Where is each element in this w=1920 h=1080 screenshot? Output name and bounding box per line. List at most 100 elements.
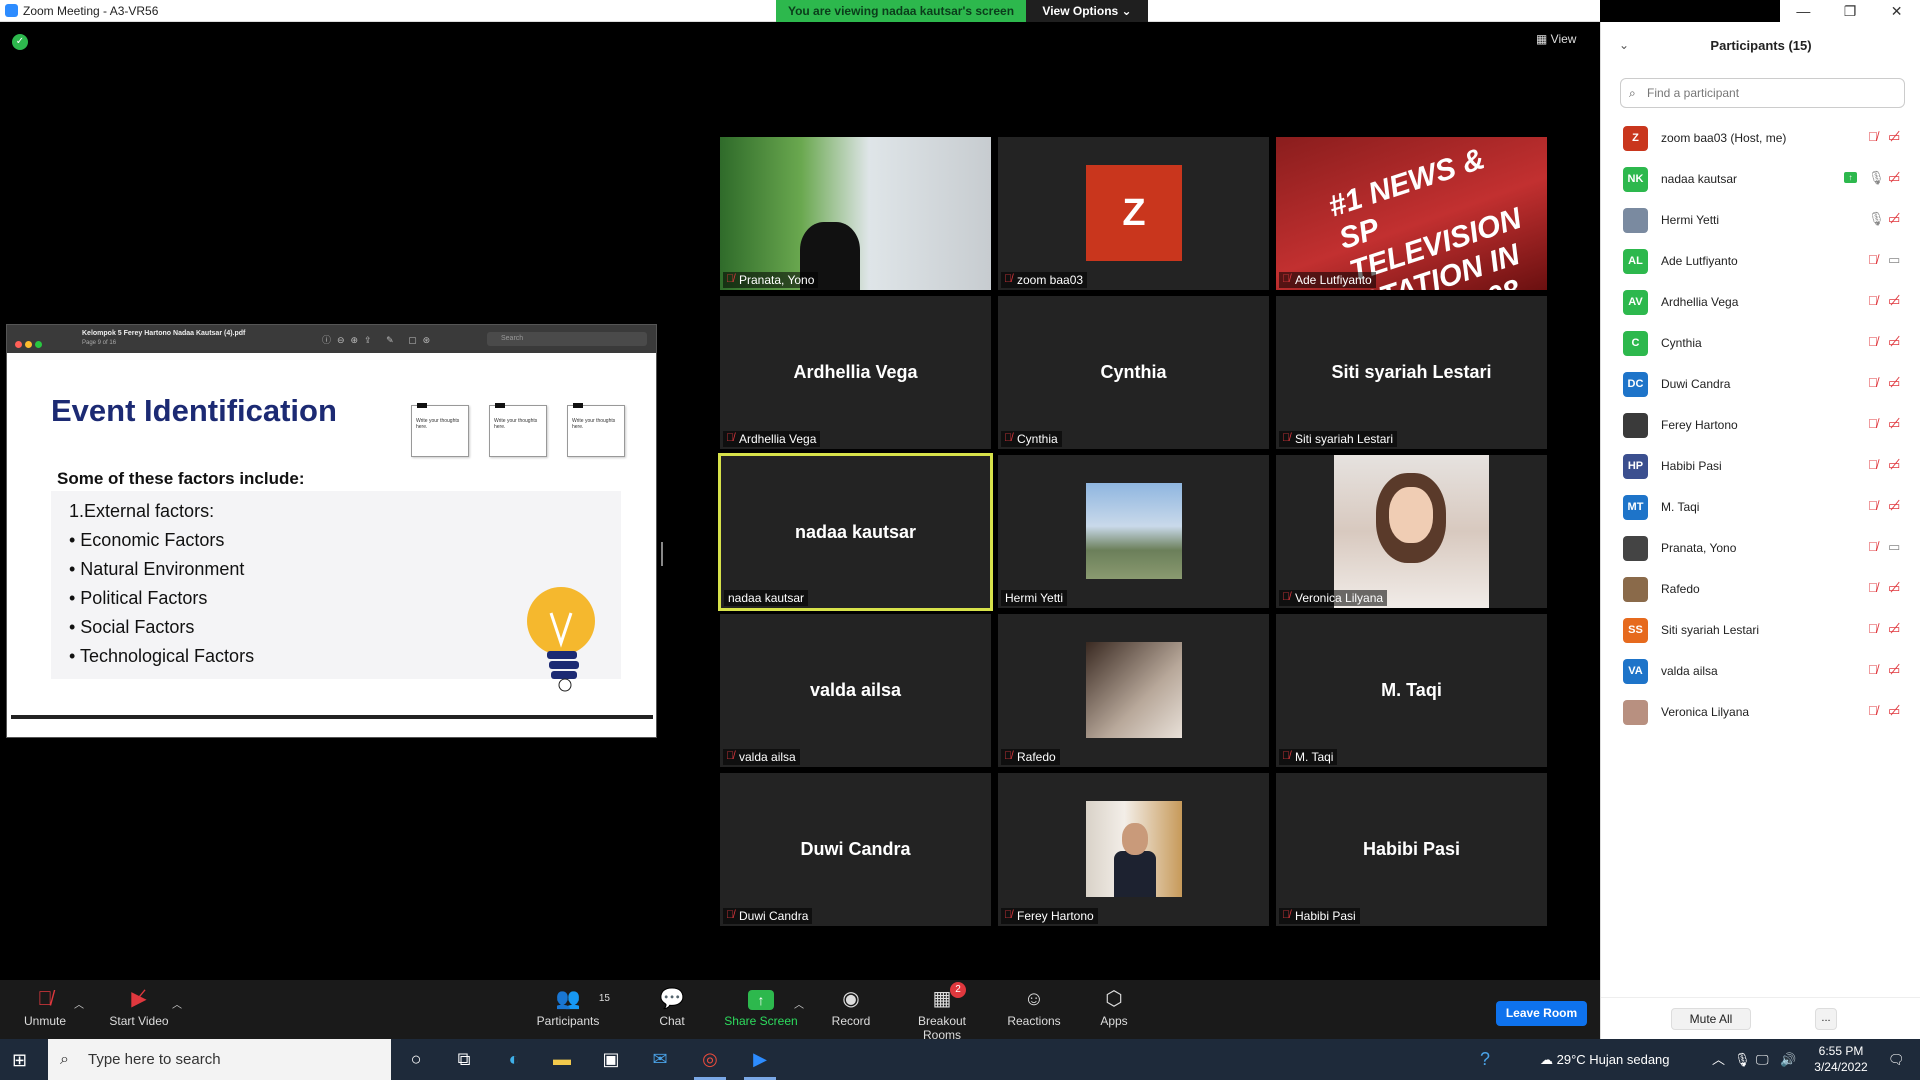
muted-mic-icon[interactable]: 🎙̸ [1868,703,1878,718]
video-off-icon[interactable]: ▭̸ [1888,416,1900,432]
muted-mic-icon[interactable]: 🎙̸ [1868,662,1878,677]
video-tile[interactable]: 🎙̸ Ferey Hartono [998,773,1269,926]
more-options-button[interactable]: ... [1815,1008,1837,1030]
video-options-caret-icon[interactable]: ︿ [172,996,182,1011]
video-tile[interactable]: M. Taqi 🎙̸ M. Taqi [1276,614,1547,767]
muted-mic-icon[interactable]: 🎙̸ [1868,498,1878,513]
muted-mic-icon[interactable]: 🎙̸ [1868,252,1878,267]
video-tile[interactable]: Siti syariah Lestari 🎙̸ Siti syariah Lest… [1276,296,1547,449]
shared-screen[interactable]: Kelompok 5 Ferey Hartono Nadaa Kautsar (… [6,324,657,738]
participant-row[interactable]: MT M. Taqi 🎙̸ ▭̸ [1601,487,1920,528]
view-options-button[interactable]: View Options ⌄ [1026,0,1148,22]
taskbar-clock[interactable]: 6:55 PM 3/24/2022 [1806,1043,1876,1075]
unmute-button[interactable]: 🎙̸ Unmute [20,984,70,1028]
active-speaker-tile[interactable]: nadaa kautsar nadaa kautsar [718,453,993,611]
video-icon[interactable]: ▭ [1888,252,1900,268]
view-layout-button[interactable]: ▦ View [1536,32,1576,46]
participant-row[interactable]: C Cynthia 🎙̸ ▭̸ [1601,323,1920,364]
share-options-caret-icon[interactable]: ︿ [794,996,804,1011]
mic-icon[interactable]: 🎙 [1868,170,1885,186]
video-tile[interactable]: Z 🎙̸ zoom baa03 [998,137,1269,290]
video-off-icon[interactable]: ▭̸ [1888,211,1900,227]
video-icon[interactable]: ▭ [1888,539,1900,555]
microphone-tray-icon[interactable]: 🎙 [1734,1039,1751,1080]
start-video-button[interactable]: ▶̸ Start Video [104,984,174,1028]
restore-button[interactable]: ❐ [1827,3,1873,20]
edge-icon[interactable]: ◐ [490,1039,538,1080]
volume-icon[interactable]: 🔊 [1780,1039,1796,1080]
muted-mic-icon[interactable]: 🎙̸ [1868,539,1878,554]
breakout-rooms-button[interactable]: ▦ 2 Breakout Rooms [898,982,986,1042]
mail-icon[interactable]: ✉ [636,1039,684,1080]
muted-mic-icon[interactable]: 🎙̸ [1868,293,1878,308]
participant-row[interactable]: Veronica Lilyana 🎙̸ ▭̸ [1601,692,1920,733]
muted-mic-icon[interactable]: 🎙̸ [1868,580,1878,595]
muted-mic-icon[interactable]: 🎙̸ [1868,621,1878,636]
video-off-icon[interactable]: ▭̸ [1888,580,1900,596]
video-tile[interactable]: 🎙̸ Pranata, Yono [720,137,991,290]
share-screen-button[interactable]: ↑ Share Screen [724,984,798,1028]
participant-row[interactable]: DC Duwi Candra 🎙̸ ▭̸ [1601,364,1920,405]
participant-row[interactable]: Ferey Hartono 🎙̸ ▭̸ [1601,405,1920,446]
split-divider-handle[interactable] [661,542,663,566]
participant-row[interactable]: VA valda ailsa 🎙̸ ▭̸ [1601,651,1920,692]
participant-row[interactable]: AV Ardhellia Vega 🎙̸ ▭̸ [1601,282,1920,323]
participant-row[interactable]: Rafedo 🎙̸ ▭̸ [1601,569,1920,610]
participant-row[interactable]: Pranata, Yono 🎙̸ ▭ [1601,528,1920,569]
participant-row[interactable]: Zzoom baa03 (Host, me) 🎙̸ ▭̸ [1601,118,1920,159]
network-icon[interactable]: 🖵 [1756,1039,1769,1080]
video-off-icon[interactable]: ▭̸ [1888,293,1900,309]
close-button[interactable]: ✕ [1874,3,1920,20]
participant-row[interactable]: SS Siti syariah Lestari 🎙̸ ▭̸ [1601,610,1920,651]
muted-mic-icon[interactable]: 🎙̸ [1868,129,1878,144]
task-view-icon[interactable]: ⧉ [440,1039,488,1080]
video-tile[interactable]: #1 NEWS & SP TELEVISION STATION IN Since… [1276,137,1547,290]
file-explorer-icon[interactable]: ▬ [538,1039,586,1080]
video-tile[interactable]: Duwi Candra 🎙̸ Duwi Candra [720,773,991,926]
reactions-button[interactable]: ☺ Reactions [1006,984,1062,1028]
notifications-icon[interactable]: 🗨 [1888,1039,1905,1080]
mute-all-button[interactable]: Mute All [1671,1008,1751,1030]
video-off-icon[interactable]: ▭̸ [1888,170,1900,186]
video-off-icon[interactable]: ▭̸ [1888,457,1900,473]
participant-row[interactable]: HP Habibi Pasi 🎙̸ ▭̸ [1601,446,1920,487]
video-tile[interactable]: 🎙̸ Veronica Lilyana [1276,455,1547,608]
video-off-icon[interactable]: ▭̸ [1888,129,1900,145]
tray-chevron-icon[interactable]: ︿ [1712,1039,1725,1080]
video-off-icon[interactable]: ▭̸ [1888,703,1900,719]
video-off-icon[interactable]: ▭̸ [1888,334,1900,350]
video-off-icon[interactable]: ▭̸ [1888,498,1900,514]
video-tile[interactable]: Habibi Pasi 🎙̸ Habibi Pasi [1276,773,1547,926]
chat-button[interactable]: 💬 Chat [654,984,690,1028]
video-off-icon[interactable]: ▭̸ [1888,621,1900,637]
muted-mic-icon[interactable]: 🎙̸ [1868,457,1878,472]
leave-room-button[interactable]: Leave Room [1496,1001,1587,1026]
chrome-icon[interactable]: ◎ [686,1039,734,1080]
video-tile[interactable]: 🎙̸ Rafedo [998,614,1269,767]
video-off-icon[interactable]: ▭̸ [1888,662,1900,678]
help-icon[interactable]: ? [1480,1039,1490,1080]
video-tile[interactable]: Hermi Yetti [998,455,1269,608]
video-tile[interactable]: valda ailsa 🎙̸ valda ailsa [720,614,991,767]
weather-widget[interactable]: ☁ 29°C Hujan sedang [1540,1039,1670,1080]
participants-button[interactable]: 👥 15 Participants [534,984,610,1028]
zoom-taskbar-icon[interactable]: ▶ [736,1039,784,1080]
cortana-icon[interactable]: ○ [392,1039,440,1080]
video-tile[interactable]: Cynthia 🎙̸ Cynthia [998,296,1269,449]
participant-row[interactable]: AL Ade Lutfiyanto 🎙̸ ▭ [1601,241,1920,282]
store-icon[interactable]: ▣ [587,1039,635,1080]
apps-button[interactable]: ⬡ Apps [1098,984,1130,1028]
encryption-shield-icon[interactable]: ✓ [12,34,28,50]
video-off-icon[interactable]: ▭̸ [1888,375,1900,391]
muted-mic-icon[interactable]: 🎙̸ [1868,375,1878,390]
record-button[interactable]: ◉ Record [828,984,874,1028]
participant-row[interactable]: NK nadaa kautsar ↑ 🎙 ▭̸ [1601,159,1920,200]
mic-icon[interactable]: 🎙 [1868,211,1885,227]
windows-start-icon[interactable]: ⊞ [12,1049,34,1071]
find-participant-input[interactable]: ⌕ Find a participant [1620,78,1905,108]
minimize-button[interactable]: — [1780,3,1826,19]
video-tile[interactable]: Ardhellia Vega 🎙̸ Ardhellia Vega [720,296,991,449]
audio-options-caret-icon[interactable]: ︿ [74,996,84,1011]
taskbar-search-box[interactable]: ⌕ Type here to search [48,1039,391,1080]
muted-mic-icon[interactable]: 🎙̸ [1868,334,1878,349]
